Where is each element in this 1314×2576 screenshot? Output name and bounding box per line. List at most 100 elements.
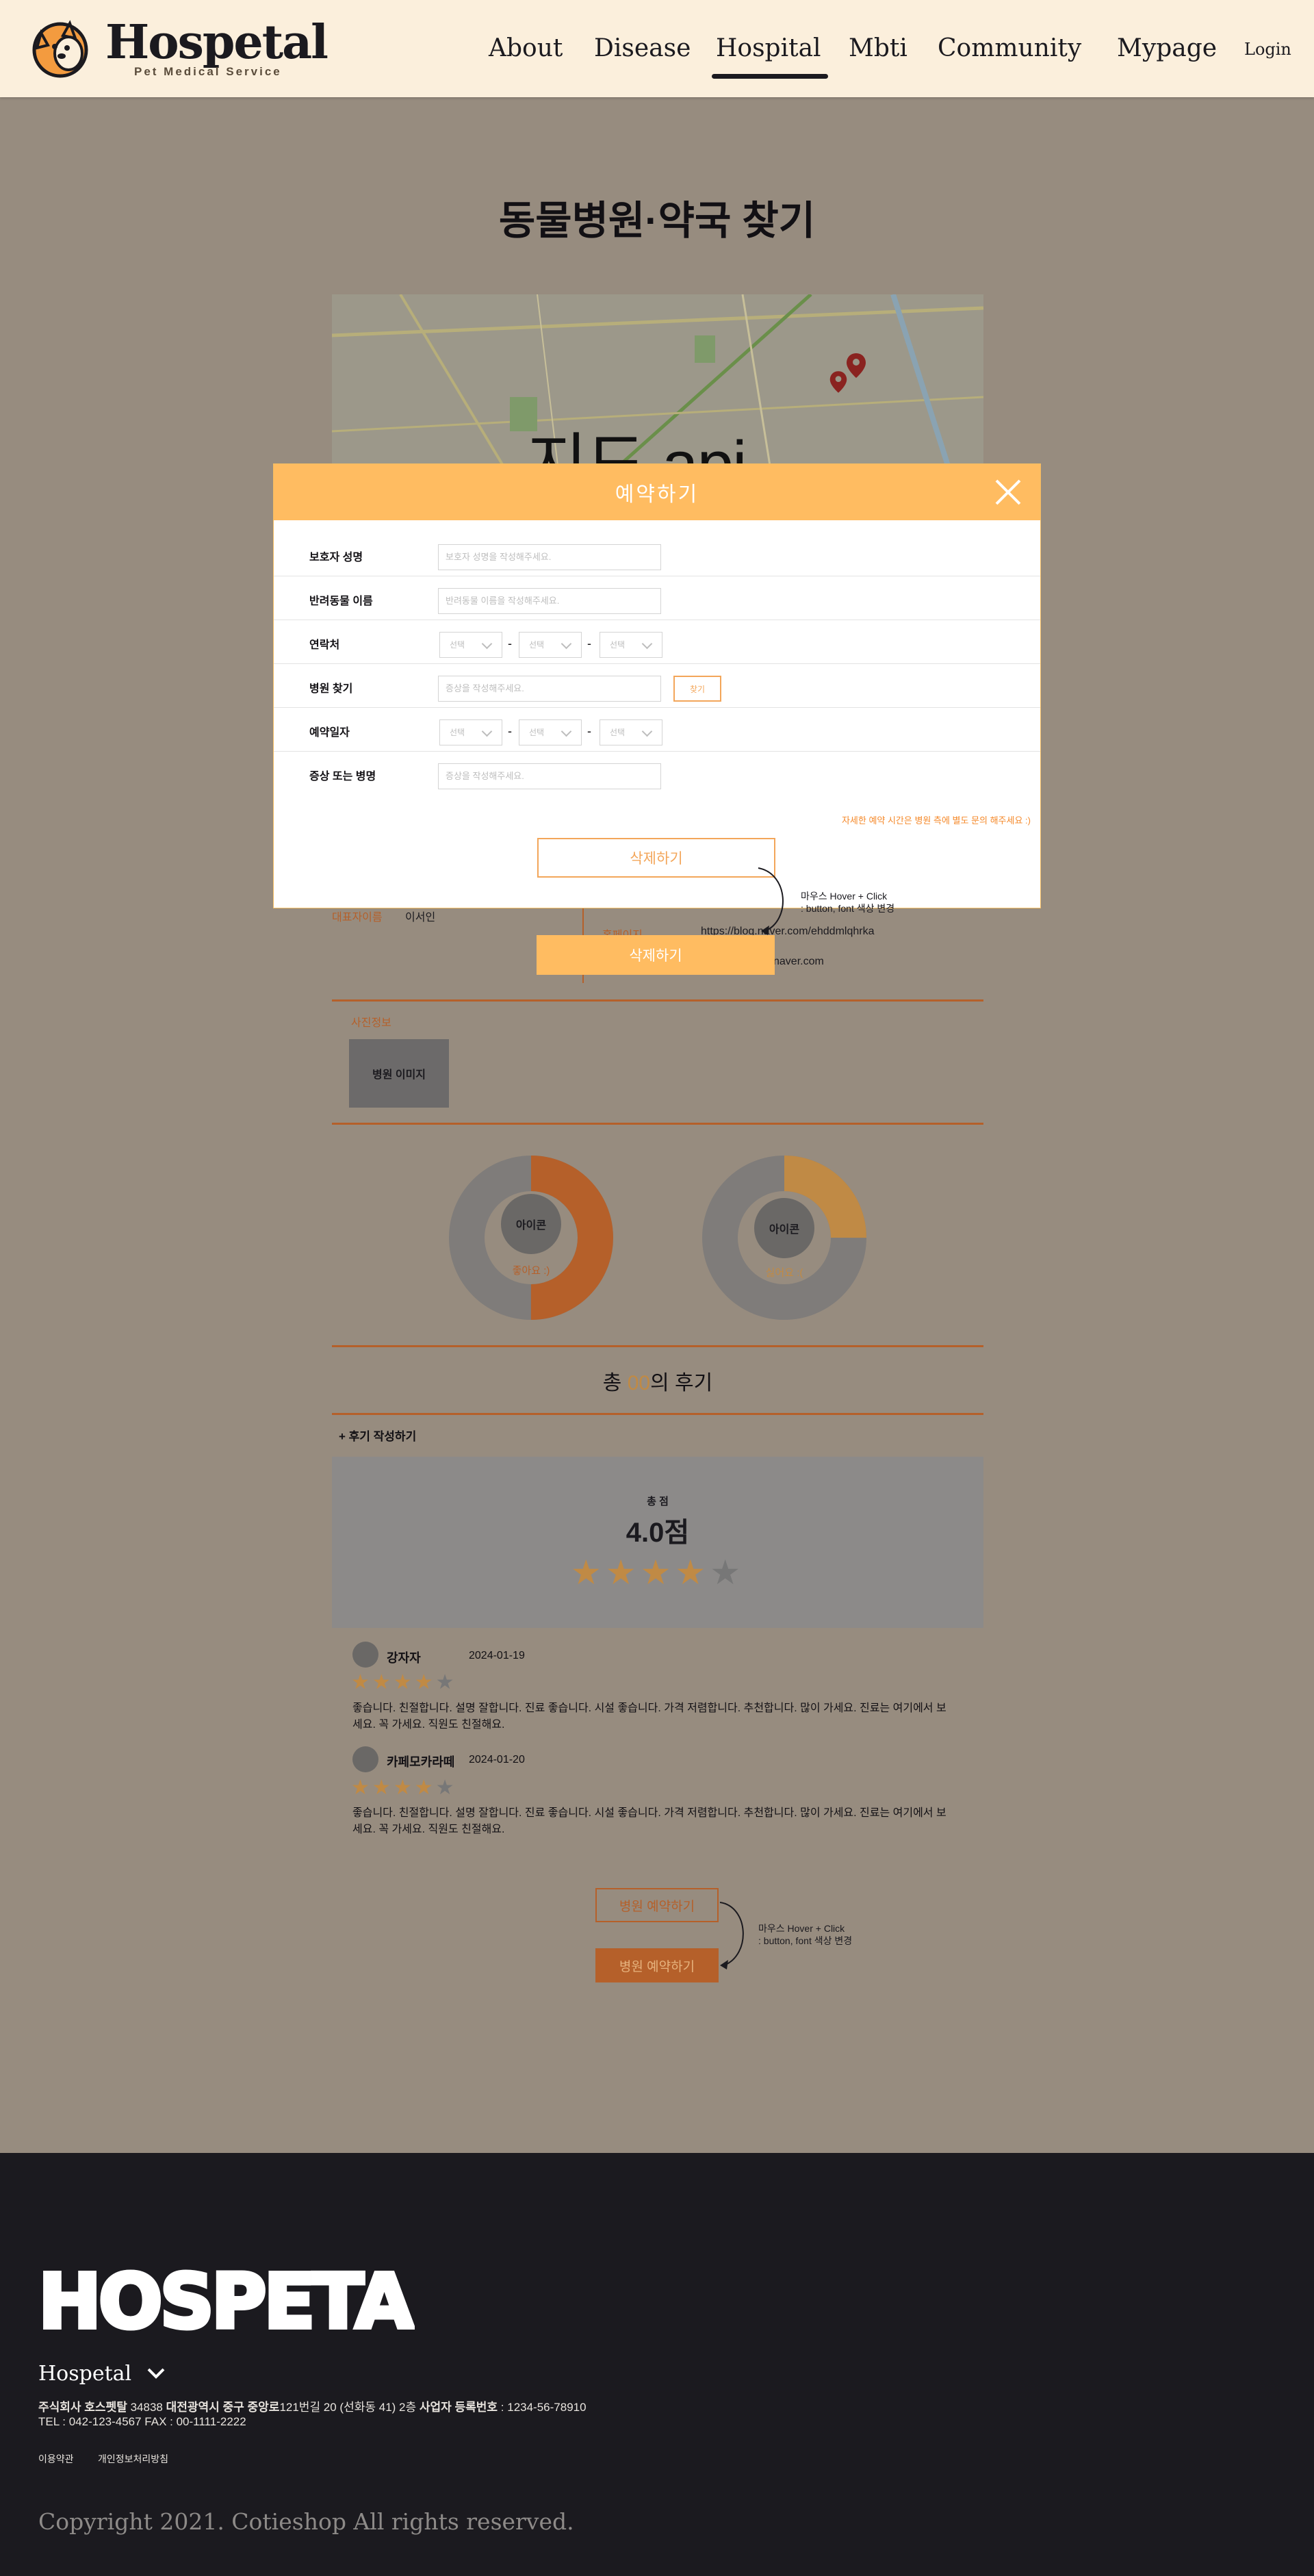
date-select-month[interactable]: 선택 [519, 719, 582, 745]
reserve-button-hover-state[interactable]: 병원 예약하기 [595, 1948, 719, 1982]
date-select-year[interactable]: 선택 [439, 719, 502, 745]
login-link[interactable]: Login [1244, 40, 1291, 59]
rep-name-value: 이서인 [405, 912, 436, 923]
star-filled-icon: ★ [414, 1776, 436, 1799]
star-empty-icon: ★ [435, 1776, 457, 1799]
footer-company: 주식회사 호스펫탈 [38, 2401, 131, 2414]
star-filled-icon: ★ [393, 1671, 415, 1694]
review-total-count: 00 [627, 1372, 651, 1394]
reservation-date-label: 예약일자 [309, 727, 350, 739]
write-review-button[interactable]: + 후기 작성하기 [339, 1427, 416, 1444]
like-label: 좋아요 :) [512, 1265, 550, 1277]
avatar [352, 1642, 378, 1668]
review-total: 총 00의 후기 [332, 1366, 983, 1396]
dash: - [508, 724, 512, 738]
modal-title: 예약하기 [274, 464, 1040, 520]
hover-arrow-icon [719, 1902, 744, 1969]
review-total-prefix: 총 [602, 1372, 628, 1394]
form-row-symptom: 증상 또는 병명 증상을 작성해주세요. [274, 752, 1040, 795]
review-total-suffix: 의 후기 [650, 1372, 713, 1394]
review-text: 좋습니다. 친절합니다. 설명 잘합니다. 진료 좋습니다. 시설 좋습니다. … [352, 1703, 946, 1731]
score-stars: ★★★★★ [332, 1553, 983, 1592]
divider [332, 1345, 983, 1347]
terms-link[interactable]: 이용약관 [38, 2452, 74, 2466]
email-value: naver.com [773, 956, 824, 967]
divider [332, 1413, 983, 1415]
nav-mypage[interactable]: Mypage [1117, 31, 1217, 66]
delete-button[interactable]: 삭제하기 [537, 838, 775, 878]
nav-mbti[interactable]: Mbti [849, 31, 907, 66]
review-author: 카페모카라떼 [387, 1755, 455, 1769]
star-filled-icon: ★ [570, 1553, 606, 1592]
divider [332, 1123, 983, 1125]
star-filled-icon: ★ [675, 1553, 710, 1592]
dislike-label: 싫어요 :( [765, 1267, 803, 1279]
map-pin-icon[interactable] [829, 370, 848, 394]
star-filled-icon: ★ [640, 1553, 675, 1592]
symptom-label: 증상 또는 병명 [309, 771, 376, 782]
score-label: 총 점 [647, 1496, 669, 1507]
site-header: Hospetal Pet Medical Service About Disea… [0, 0, 1314, 97]
footer-zip: 34838 [130, 2401, 166, 2414]
cat-dog-logo-icon[interactable] [27, 18, 93, 79]
star-filled-icon: ★ [414, 1671, 436, 1694]
review-date: 2024-01-19 [469, 1650, 525, 1661]
contact-select-3[interactable]: 선택 [600, 632, 662, 658]
form-row-guardian: 보호자 성명 보호자 성명을 작성해주세요. [274, 533, 1040, 576]
hover-hint-line: 마우스 Hover + Click [801, 891, 888, 902]
star-filled-icon: ★ [605, 1553, 641, 1592]
hospital-image-placeholder: 병원 이미지 [349, 1039, 449, 1108]
reserve-button[interactable]: 병원 예약하기 [595, 1888, 719, 1922]
review-stars: ★★★★★ [351, 1670, 457, 1694]
dash: - [587, 637, 591, 650]
footer-brand-label: Hospetal [38, 2362, 132, 2386]
nav-community[interactable]: Community [938, 31, 1081, 66]
form-row-hospital: 병원 찾기 증상을 작성해주세요. 찾기 [274, 664, 1040, 708]
hover-hint-line: 마우스 Hover + Click [758, 1923, 845, 1934]
dislike-icon: 아이콘 [754, 1198, 814, 1258]
page-title: 동물병원·약국 찾기 [498, 199, 816, 243]
footer-brand[interactable]: Hospetal [38, 2362, 166, 2386]
nav-about[interactable]: About [489, 31, 563, 66]
footer-address: 주식회사 호스펫탈 34838 대전광역시 중구 중앙로121번길 20 (선화… [38, 2397, 587, 2414]
pet-name-input[interactable]: 반려동물 이름을 작성해주세요. [438, 588, 661, 614]
nav-hospital[interactable]: Hospital [716, 31, 821, 66]
close-icon[interactable] [992, 476, 1024, 508]
date-select-day[interactable]: 선택 [600, 719, 662, 745]
star-empty-icon: ★ [710, 1553, 745, 1592]
guardian-name-input[interactable]: 보호자 성명을 작성해주세요. [438, 544, 661, 570]
star-filled-icon: ★ [351, 1671, 372, 1694]
star-filled-icon: ★ [393, 1776, 415, 1799]
footer-tel: TEL : 042-123-4567 FAX : 00-1111-2222 [38, 2415, 246, 2428]
symptom-input[interactable]: 증상을 작성해주세요. [438, 763, 661, 789]
find-button[interactable]: 찾기 [673, 676, 721, 702]
star-filled-icon: ★ [351, 1776, 372, 1799]
reservation-note: 자세한 예약 시간은 병원 측에 별도 문의 해주세요 :) [841, 815, 1031, 826]
delete-button-hover-state[interactable]: 삭제하기 [537, 935, 775, 975]
rep-name-label: 대표자이름 [332, 912, 383, 923]
logo-tagline: Pet Medical Service [134, 65, 282, 78]
footer-biz-label: 사업자 등록번호 [419, 2401, 501, 2414]
contact-select-2[interactable]: 선택 [519, 632, 582, 658]
footer-logo[interactable]: HOSPETAL [38, 2256, 415, 2336]
hospital-find-label: 병원 찾기 [309, 683, 353, 695]
dash: - [587, 724, 591, 738]
hospital-find-input[interactable]: 증상을 작성해주세요. [438, 676, 661, 702]
avatar [352, 1746, 378, 1772]
chevron-down-icon[interactable] [146, 2367, 166, 2380]
nav-disease[interactable]: Disease [594, 31, 691, 66]
review-text: 좋습니다. 친절합니다. 설명 잘합니다. 진료 좋습니다. 시설 좋습니다. … [352, 1807, 946, 1835]
hover-hint: 마우스 Hover + Click: button, font 색상 변경 [758, 1922, 852, 1947]
guardian-name-label: 보호자 성명 [309, 552, 363, 563]
review-author: 강자자 [387, 1651, 421, 1665]
contact-label: 연락처 [309, 639, 340, 651]
privacy-link[interactable]: 개인정보처리방침 [98, 2452, 168, 2466]
footer-address-detail: 121번길 20 (선화동 41) 2층 [279, 2401, 420, 2414]
contact-select-1[interactable]: 선택 [439, 632, 502, 658]
map-pin-icon[interactable] [845, 352, 867, 379]
star-filled-icon: ★ [372, 1776, 394, 1799]
hover-arrow-icon [758, 867, 784, 935]
logo-wordmark[interactable]: Hospetal [105, 15, 328, 70]
pet-name-label: 반려동물 이름 [309, 596, 373, 607]
photo-label: 사진정보 [351, 1017, 391, 1029]
